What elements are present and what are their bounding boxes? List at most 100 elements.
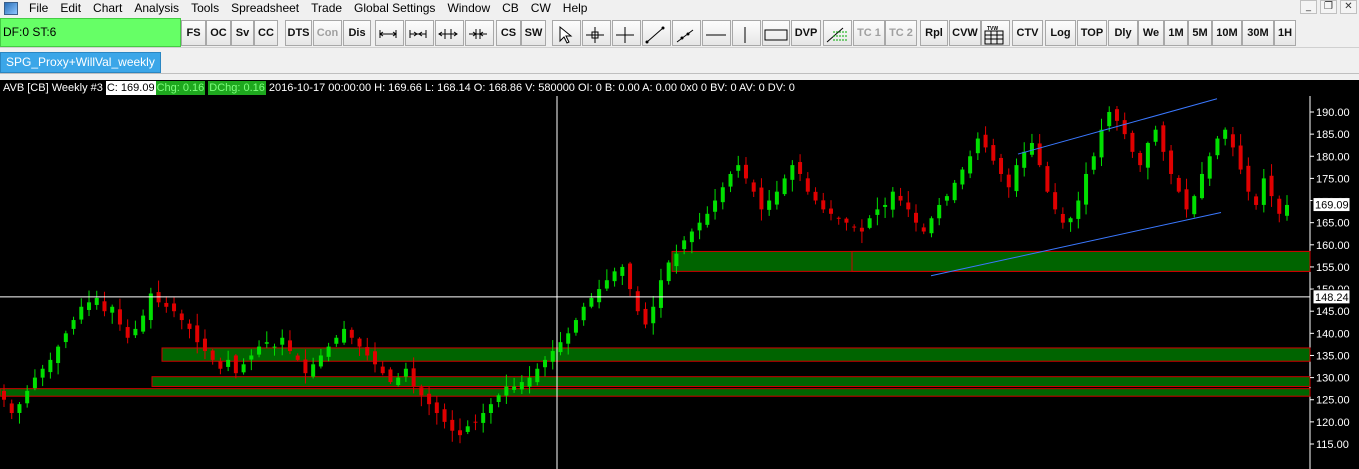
menu-help[interactable]: Help xyxy=(558,0,595,16)
toolbar-fib-button[interactable] xyxy=(823,20,852,46)
tab-chart[interactable]: SPG_Proxy+WillVal_weekly xyxy=(0,52,161,73)
trendline-icon xyxy=(645,26,664,44)
candle-body-35 xyxy=(272,346,277,348)
candle-body-14 xyxy=(110,306,115,313)
trendline-0 xyxy=(1017,98,1218,155)
svg-text:TVW: TVW xyxy=(987,26,998,32)
crosshair-thin-icon xyxy=(615,27,634,43)
candle-body-158 xyxy=(1223,129,1228,139)
menu-chart[interactable]: Chart xyxy=(88,0,129,16)
menu-edit[interactable]: Edit xyxy=(55,0,88,16)
toolbar-button-cc[interactable]: CC xyxy=(254,20,278,46)
chart-area[interactable]: 190.00185.00180.00175.00170.00165.00160.… xyxy=(0,80,1359,469)
toolbar-button-fs[interactable]: FS xyxy=(181,20,206,46)
candle-body-107 xyxy=(828,208,833,214)
toolbar-button-log[interactable]: Log xyxy=(1045,20,1076,46)
toolbar-table-grid-button[interactable]: TVW xyxy=(981,20,1010,46)
app-logo-icon xyxy=(4,1,18,15)
toolbar-button-dvp[interactable]: DVP xyxy=(791,20,821,46)
candle-body-94 xyxy=(728,173,733,187)
menu-analysis[interactable]: Analysis xyxy=(129,0,186,16)
candle-body-84 xyxy=(651,306,656,324)
candle-body-13 xyxy=(102,301,107,312)
menu-global-settings[interactable]: Global Settings xyxy=(349,0,442,16)
menu-spreadsheet[interactable]: Spreadsheet xyxy=(226,0,306,16)
candle-body-69 xyxy=(535,368,540,383)
toolbar-ray-line-button[interactable] xyxy=(672,20,701,46)
window-controls: _ ❐ ✕ xyxy=(1300,0,1357,14)
toolbar-vertical-line-button[interactable] xyxy=(732,20,761,46)
toolbar-button-con[interactable]: Con xyxy=(313,20,342,46)
y-tick-label-15: 115.00 xyxy=(1316,439,1349,451)
toolbar-zoom-vertical-button[interactable] xyxy=(465,20,494,46)
menu-tools[interactable]: Tools xyxy=(186,0,226,16)
candle-body-116 xyxy=(898,195,903,201)
candle-body-152 xyxy=(1176,177,1181,192)
candle-body-23 xyxy=(179,313,184,321)
candle-body-115 xyxy=(890,191,895,210)
toolbar-crosshair-thin-button[interactable] xyxy=(612,20,641,46)
candle-body-7 xyxy=(56,346,61,364)
toolbar-button-oc[interactable]: OC xyxy=(206,20,231,46)
chg-value: Chg: 0.16 xyxy=(155,81,206,95)
menu-cw[interactable]: CW xyxy=(526,0,558,16)
candle-body-144 xyxy=(1114,109,1119,121)
toolbar-button-top[interactable]: TOP xyxy=(1077,20,1107,46)
toolbar-button-sw[interactable]: SW xyxy=(521,20,546,46)
toolbar-button-cs[interactable]: CS xyxy=(496,20,521,46)
toolbar-button-30m[interactable]: 30M xyxy=(1242,20,1274,46)
toolbar-rectangle-button[interactable] xyxy=(762,20,790,46)
price-chart[interactable]: 190.00185.00180.00175.00170.00165.00160.… xyxy=(0,80,1359,469)
support-zone-2 xyxy=(161,347,1311,362)
toolbar-button-we[interactable]: We xyxy=(1138,20,1164,46)
restore-icon[interactable]: ❐ xyxy=(1320,0,1337,14)
y-tick-label-7: 155.00 xyxy=(1316,262,1350,274)
candle-body-83 xyxy=(643,308,648,325)
menu-cb[interactable]: CB xyxy=(497,0,526,16)
toolbar-button-dis[interactable]: Dis xyxy=(343,20,371,46)
candle-body-111 xyxy=(859,227,864,232)
candle-body-52 xyxy=(403,368,408,377)
candle-body-154 xyxy=(1192,196,1197,215)
toolbar-button-1m[interactable]: 1M xyxy=(1164,20,1188,46)
candle-body-129 xyxy=(999,157,1004,174)
toolbar-button-sv[interactable]: Sv xyxy=(231,20,254,46)
dchg-value: DChg: 0.16 xyxy=(208,81,266,95)
candle-body-5 xyxy=(40,368,45,378)
candle-body-95 xyxy=(736,165,741,171)
minimize-icon[interactable]: _ xyxy=(1300,0,1317,14)
close-icon[interactable]: ✕ xyxy=(1340,0,1357,14)
menu-file[interactable]: File xyxy=(24,0,55,16)
candle-body-138 xyxy=(1068,218,1073,223)
candle-body-56 xyxy=(434,402,439,414)
candle-body-46 xyxy=(357,338,362,347)
toolbar-button-tc-1[interactable]: TC 1 xyxy=(853,20,885,46)
candle-body-47 xyxy=(365,347,370,356)
toolbar-crosshair-button[interactable] xyxy=(582,20,611,46)
candle-body-0 xyxy=(2,390,6,400)
toolbar-zoom-horizontal-fit-button[interactable] xyxy=(405,20,434,46)
toolbar-horizontal-line-button[interactable] xyxy=(702,20,731,46)
toolbar-button-5m[interactable]: 5M xyxy=(1188,20,1212,46)
candle-body-24 xyxy=(187,323,192,329)
toolbar-button-1h[interactable]: 1H xyxy=(1274,20,1296,46)
candle-body-59 xyxy=(458,430,463,436)
candle-body-68 xyxy=(527,377,532,387)
toolbar-button-tc-2[interactable]: TC 2 xyxy=(885,20,917,46)
support-zone-1 xyxy=(851,250,1311,272)
candle-body-118 xyxy=(914,212,919,223)
toolbar-zoom-horizontal-in-button[interactable] xyxy=(375,20,404,46)
menu-window[interactable]: Window xyxy=(442,0,497,16)
toolbar-button-rpl[interactable]: Rpl xyxy=(920,20,948,46)
menu-trade[interactable]: Trade xyxy=(306,0,349,16)
toolbar-button-cvw[interactable]: CVW xyxy=(949,20,981,46)
toolbar-pointer-button[interactable] xyxy=(552,20,581,46)
toolbar-button-dly[interactable]: Dly xyxy=(1108,20,1138,46)
candle-body-88 xyxy=(682,240,687,250)
toolbar-zoom-horizontal-out-button[interactable] xyxy=(435,20,464,46)
toolbar-button-dts[interactable]: DTS xyxy=(285,20,312,46)
toolbar-button-ctv[interactable]: CTV xyxy=(1012,20,1043,46)
candle-body-33 xyxy=(257,346,262,355)
toolbar-button-10m[interactable]: 10M xyxy=(1212,20,1242,46)
toolbar-trendline-button[interactable] xyxy=(642,20,671,46)
